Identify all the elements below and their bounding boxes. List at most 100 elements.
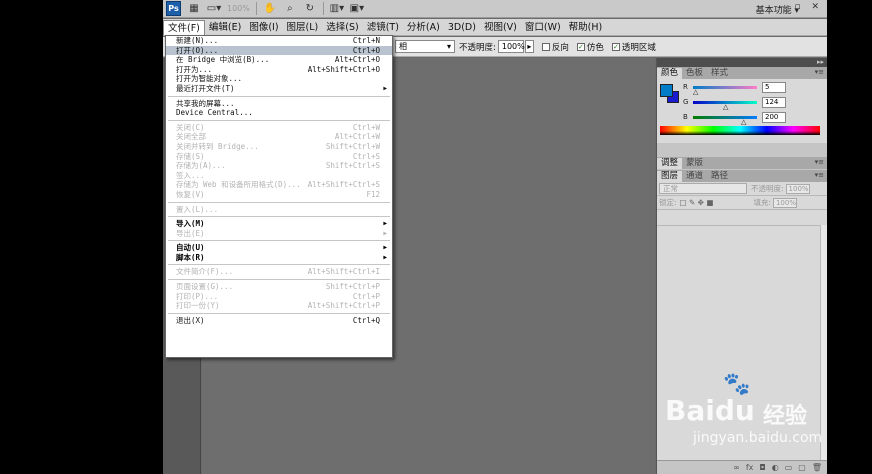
- group-icon[interactable]: ▭: [785, 463, 793, 472]
- new-layer-icon[interactable]: ▢: [798, 463, 806, 472]
- file-menu-item: 存储为(A)... Shift+Ctrl+S: [166, 161, 392, 171]
- ps-logo: Ps: [166, 1, 181, 16]
- file-menu-item-shortcut: Alt+Ctrl+W: [334, 132, 380, 142]
- file-menu-item[interactable]: 打开为... Alt+Shift+Ctrl+O: [166, 65, 392, 75]
- foreground-color-swatch[interactable]: [660, 84, 673, 97]
- arrange-documents-icon[interactable]: ▥▾: [330, 2, 344, 15]
- file-menu-item-label: 共享我的屏幕...: [176, 98, 235, 108]
- file-menu-item-shortcut: Ctrl+O: [352, 45, 380, 55]
- collapse-panels-icon[interactable]: ▸▸: [657, 58, 827, 67]
- menu-edit[interactable]: 编辑(E): [205, 20, 245, 35]
- file-menu-item-label: 新建(N)...: [176, 36, 219, 45]
- red-thumb-icon[interactable]: △: [693, 88, 698, 96]
- layer-opacity-input[interactable]: 100%: [785, 183, 810, 194]
- red-value-input[interactable]: 5: [762, 82, 786, 93]
- file-menu-item[interactable]: 打开为智能对象...: [166, 74, 392, 84]
- file-menu-item[interactable]: 自动(U) ▶: [166, 243, 392, 253]
- file-menu-item[interactable]: 最近打开文件(T) ▶: [166, 84, 392, 94]
- color-panel-tabs: 颜色 色板 样式 ▾≡: [657, 67, 827, 79]
- file-menu-item-label: 关闭全部: [176, 132, 206, 142]
- layer-style-icon[interactable]: fx: [746, 463, 754, 472]
- file-menu-item-label: 关闭并转到 Bridge...: [176, 141, 259, 151]
- file-menu-item-shortcut: Ctrl+Q: [352, 315, 380, 325]
- blend-mode-select[interactable]: 正常: [659, 183, 747, 194]
- tab-adjustments[interactable]: 调整: [657, 158, 683, 169]
- menu-3d[interactable]: 3D(D): [444, 20, 480, 35]
- menu-filter[interactable]: 滤镜(T): [363, 20, 403, 35]
- view-extras-icon[interactable]: ▭▾: [207, 2, 221, 15]
- adjustment-layer-icon[interactable]: ◐: [772, 463, 779, 472]
- file-menu-item[interactable]: 打开(O)... Ctrl+O: [166, 45, 392, 56]
- menu-view[interactable]: 视图(V): [480, 20, 521, 35]
- file-menu-item-shortcut: Alt+Shift+Ctrl+I: [307, 267, 380, 277]
- hand-tool-icon[interactable]: ✋: [263, 2, 277, 15]
- add-mask-icon[interactable]: ◘: [759, 463, 765, 472]
- file-menu-item: 恢复(V) F12: [166, 190, 392, 200]
- file-menu-item[interactable]: 退出(X) Ctrl+Q: [166, 316, 392, 326]
- file-menu-item-label: 打开为智能对象...: [176, 74, 243, 84]
- green-value-input[interactable]: 124: [762, 97, 786, 108]
- menu-help[interactable]: 帮助(H): [565, 20, 607, 35]
- window-controls[interactable]: – ▫ ✕: [779, 2, 823, 12]
- opacity-arrow-icon[interactable]: ▸: [524, 40, 534, 53]
- tab-swatches[interactable]: 色板: [682, 68, 707, 79]
- file-menu-item-label: 置入(L)...: [176, 204, 219, 214]
- tab-channels[interactable]: 通道: [682, 171, 707, 182]
- menu-file[interactable]: 文件(F): [163, 19, 205, 35]
- opacity-input[interactable]: 100%: [497, 40, 525, 53]
- file-menu-item[interactable]: Device Central...: [166, 108, 392, 118]
- tab-paths[interactable]: 路径: [707, 171, 732, 182]
- mode-select[interactable]: 相 ▾: [395, 40, 455, 53]
- menu-analysis[interactable]: 分析(A): [403, 20, 444, 35]
- rotate-view-icon[interactable]: ↻: [303, 2, 317, 15]
- tab-layers[interactable]: 图层: [657, 171, 683, 182]
- lock-icons[interactable]: □ ✎ ✥ ■: [680, 198, 714, 207]
- screen-mode-icon[interactable]: ▣▾: [350, 2, 364, 15]
- panel-menu-icon[interactable]: ▾≡: [815, 158, 824, 166]
- transparency-checkbox[interactable]: ✓: [611, 42, 620, 51]
- submenu-arrow-icon: ▶: [383, 253, 387, 261]
- menu-image[interactable]: 图像(I): [245, 20, 282, 35]
- tab-masks[interactable]: 蒙版: [682, 158, 707, 169]
- file-menu-item: 关闭全部 Alt+Ctrl+W: [166, 132, 392, 142]
- menu-layer[interactable]: 图层(L): [283, 20, 323, 35]
- menu-separator: [168, 119, 390, 121]
- tab-styles[interactable]: 样式: [707, 68, 732, 79]
- file-menu-item: 置入(L)...: [166, 205, 392, 215]
- panel-menu-icon[interactable]: ▾≡: [815, 68, 824, 76]
- blue-thumb-icon[interactable]: △: [741, 118, 746, 126]
- watermark-url: jingyan.baidu.com: [693, 430, 823, 446]
- panel-menu-icon[interactable]: ▾≡: [815, 171, 824, 179]
- reverse-checkbox[interactable]: [541, 42, 550, 51]
- file-menu-item[interactable]: 脚本(R) ▶: [166, 253, 392, 263]
- file-menu-item-label: 打印一份(Y): [176, 301, 220, 311]
- bridge-icon[interactable]: ▦: [187, 2, 201, 15]
- file-menu-item-label: 导入(M): [176, 219, 205, 229]
- file-menu-item[interactable]: 导入(M) ▶: [166, 219, 392, 229]
- file-menu-item-shortcut: Ctrl+S: [352, 151, 380, 161]
- color-panel: R △ 5 G △ 124 B △ 200: [657, 79, 827, 143]
- file-menu-item[interactable]: 新建(N)... Ctrl+N: [166, 36, 392, 46]
- file-menu-item-label: 存储为(A)...: [176, 161, 226, 171]
- fill-input[interactable]: 100%: [772, 197, 797, 208]
- file-menu-item[interactable]: 在 Bridge 中浏览(B)... Alt+Ctrl+O: [166, 55, 392, 65]
- link-layers-icon[interactable]: ∞: [733, 463, 740, 472]
- tab-color[interactable]: 颜色: [657, 68, 683, 79]
- green-thumb-icon[interactable]: △: [723, 103, 728, 111]
- dither-checkbox[interactable]: ✓: [576, 42, 585, 51]
- red-slider[interactable]: R △ 5: [683, 82, 823, 96]
- menu-window[interactable]: 窗口(W): [521, 20, 565, 35]
- file-menu-item-label: 打开为...: [176, 64, 213, 74]
- blue-slider[interactable]: B △ 200: [683, 112, 823, 126]
- menu-select[interactable]: 选择(S): [322, 20, 362, 35]
- file-menu-item-shortcut: Alt+Shift+Ctrl+O: [307, 64, 380, 74]
- zoom-tool-icon[interactable]: ⌕: [283, 2, 297, 15]
- green-slider[interactable]: G △ 124: [683, 97, 823, 111]
- file-menu-item[interactable]: 共享我的屏幕...: [166, 99, 392, 109]
- submenu-arrow-icon: ▶: [383, 84, 387, 92]
- zoom-field[interactable]: 100%: [227, 4, 250, 13]
- blue-value-input[interactable]: 200: [762, 112, 786, 123]
- file-menu-item-label: 存储(S): [176, 151, 205, 161]
- file-menu-item: 关闭并转到 Bridge... Shift+Ctrl+W: [166, 142, 392, 152]
- delete-layer-icon[interactable]: 🗑: [812, 463, 822, 472]
